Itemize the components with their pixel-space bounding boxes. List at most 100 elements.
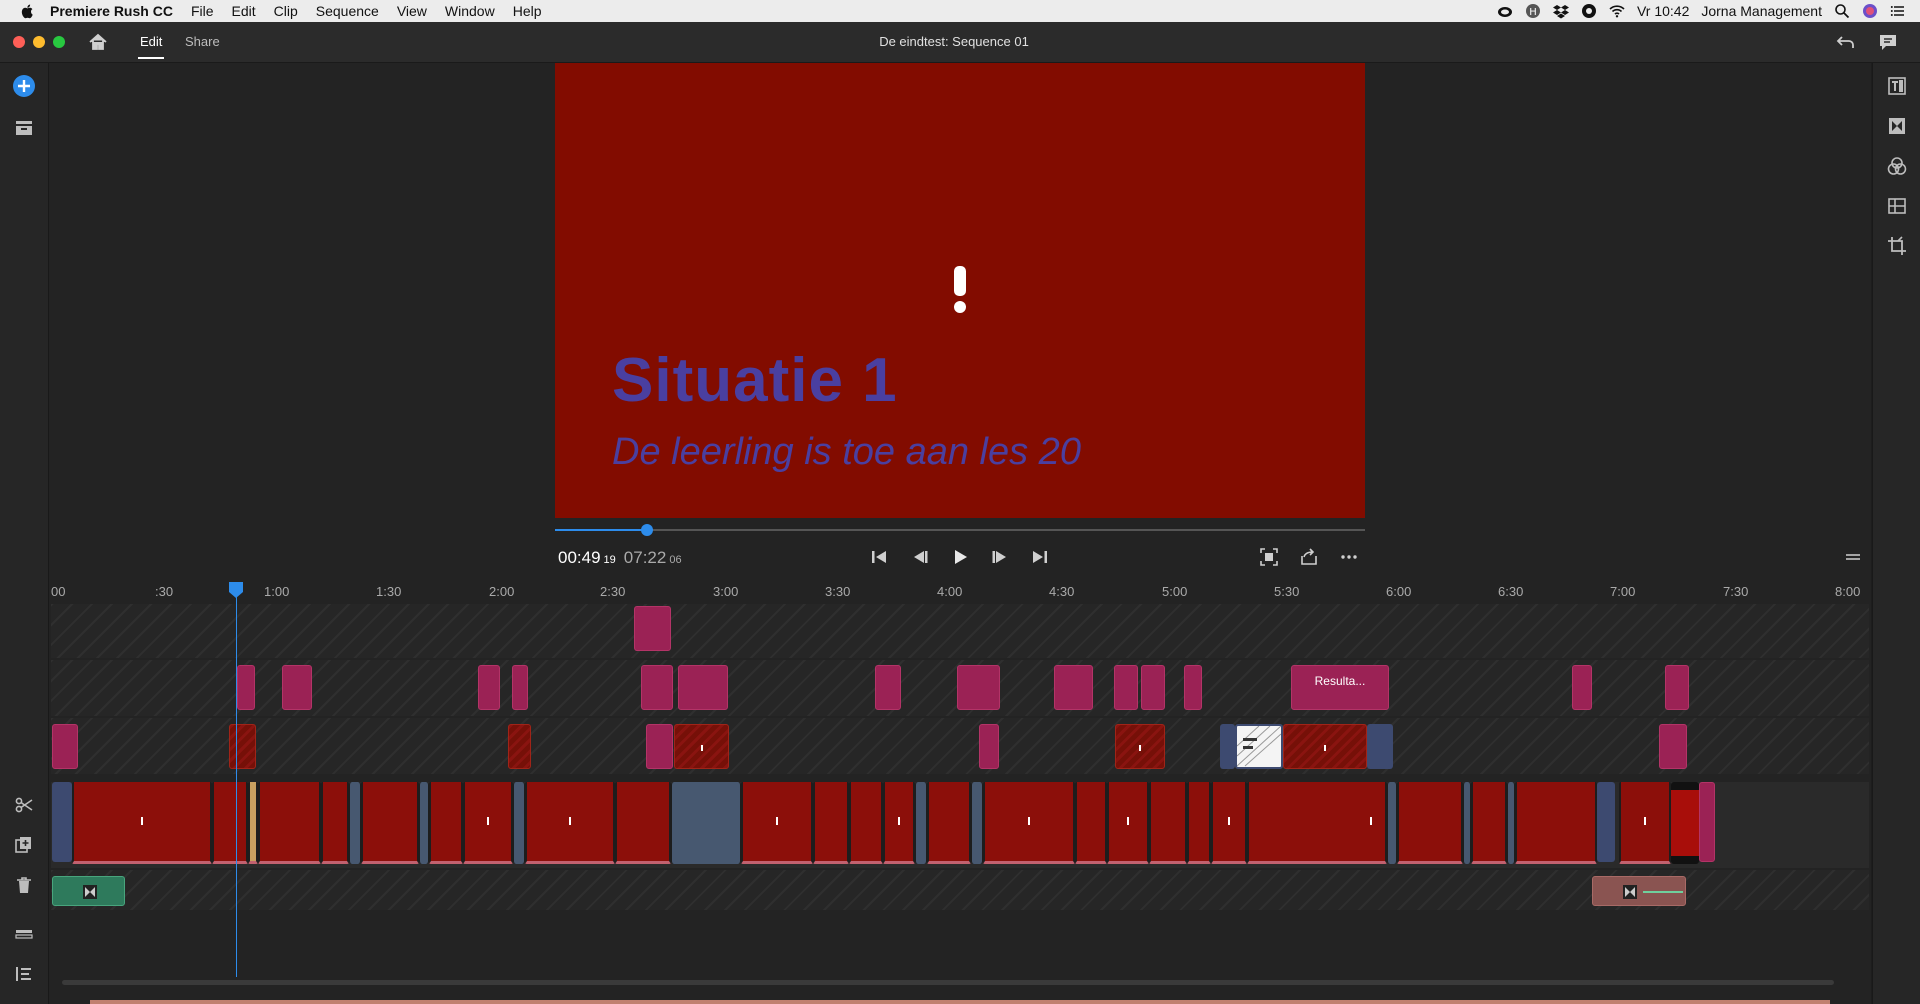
creative-cloud-icon[interactable] bbox=[1497, 3, 1513, 19]
audio-clip[interactable] bbox=[1592, 876, 1686, 906]
overlay-clip[interactable] bbox=[52, 724, 78, 769]
title-clip[interactable] bbox=[678, 665, 728, 710]
video-clip-blue[interactable] bbox=[1597, 782, 1615, 862]
title-clip[interactable] bbox=[512, 665, 528, 710]
video-clip[interactable] bbox=[813, 782, 849, 864]
dropbox-icon[interactable] bbox=[1552, 3, 1569, 19]
timeline-ruler[interactable]: 00 :30 1:00 1:30 2:00 2:30 3:00 3:30 4:0… bbox=[49, 578, 1871, 604]
scissors-icon[interactable] bbox=[14, 795, 34, 815]
title-clip[interactable] bbox=[1184, 665, 1202, 710]
transform-icon[interactable] bbox=[1887, 236, 1907, 256]
trash-icon[interactable] bbox=[14, 875, 34, 895]
audio-clip[interactable] bbox=[52, 876, 125, 906]
overlay-clip[interactable] bbox=[1659, 724, 1687, 769]
menu-clip[interactable]: Clip bbox=[274, 3, 298, 19]
video-clip-gap[interactable] bbox=[1463, 782, 1471, 864]
video-clip[interactable] bbox=[983, 782, 1075, 864]
video-clip[interactable] bbox=[1247, 782, 1387, 864]
video-clip-group[interactable] bbox=[671, 782, 741, 864]
fit-to-screen-icon[interactable] bbox=[1259, 547, 1279, 567]
video-clip-gap[interactable] bbox=[419, 782, 429, 864]
apple-icon[interactable] bbox=[20, 3, 36, 19]
feedback-icon[interactable] bbox=[1878, 33, 1898, 51]
overlay-clip[interactable] bbox=[646, 724, 673, 769]
video-clip[interactable] bbox=[1149, 782, 1187, 864]
title-clip[interactable] bbox=[282, 665, 312, 710]
menu-view[interactable]: View bbox=[397, 3, 427, 19]
overlay-clip[interactable] bbox=[1115, 724, 1165, 769]
video-clip-gap[interactable] bbox=[915, 782, 927, 864]
video-clip[interactable] bbox=[1187, 782, 1211, 864]
title-clip-results[interactable]: Resulta... bbox=[1291, 665, 1389, 710]
video-clip[interactable] bbox=[361, 782, 419, 864]
settings-badge-icon[interactable] bbox=[1581, 3, 1597, 19]
video-clip-pink[interactable] bbox=[1699, 782, 1715, 862]
overlay-clip-blue[interactable] bbox=[1367, 724, 1393, 769]
overlay-clip[interactable] bbox=[229, 724, 256, 769]
track-controls-icon[interactable] bbox=[14, 924, 34, 944]
video-clip[interactable] bbox=[615, 782, 671, 864]
video-preview[interactable]: Situatie 1 De leerling is toe aan les 20 bbox=[555, 63, 1365, 518]
video-clip[interactable] bbox=[741, 782, 813, 864]
video-clip-gap[interactable] bbox=[971, 782, 983, 864]
video-clip-gap[interactable] bbox=[1387, 782, 1397, 864]
title-clip[interactable] bbox=[957, 665, 1000, 710]
video-clip[interactable] bbox=[321, 782, 349, 864]
title-track-2[interactable]: Resulta... bbox=[51, 660, 1869, 716]
titles-icon[interactable] bbox=[1887, 76, 1907, 96]
menu-file[interactable]: File bbox=[191, 3, 214, 19]
video-clip[interactable] bbox=[525, 782, 615, 864]
title-clip[interactable] bbox=[1114, 665, 1138, 710]
step-back-icon[interactable] bbox=[910, 547, 930, 567]
title-clip[interactable] bbox=[237, 665, 255, 710]
title-clip[interactable] bbox=[1665, 665, 1689, 710]
notification-center-icon[interactable] bbox=[1890, 3, 1906, 19]
video-clip[interactable] bbox=[1397, 782, 1463, 864]
playhead-handle-icon[interactable] bbox=[229, 582, 243, 598]
tab-edit[interactable]: Edit bbox=[137, 34, 165, 59]
menubar-clock[interactable]: Vr 10:42 bbox=[1637, 3, 1689, 19]
overlay-clip[interactable] bbox=[508, 724, 531, 769]
video-clip[interactable] bbox=[1107, 782, 1149, 864]
step-forward-icon[interactable] bbox=[990, 547, 1010, 567]
video-clip-selected[interactable] bbox=[248, 782, 258, 864]
minimize-window-button[interactable] bbox=[33, 36, 45, 48]
video-clip[interactable] bbox=[212, 782, 248, 864]
video-clip[interactable] bbox=[1515, 782, 1597, 864]
video-clip-gap[interactable] bbox=[1507, 782, 1515, 864]
menu-edit[interactable]: Edit bbox=[232, 3, 256, 19]
siri-icon[interactable] bbox=[1862, 3, 1878, 19]
menubar-user[interactable]: Jorna Management bbox=[1701, 3, 1822, 19]
video-clip[interactable] bbox=[258, 782, 321, 864]
video-clip[interactable] bbox=[463, 782, 513, 864]
menu-help[interactable]: Help bbox=[513, 3, 542, 19]
image-clip-thumbnail[interactable] bbox=[1235, 724, 1283, 769]
close-window-button[interactable] bbox=[13, 36, 25, 48]
title-track-3[interactable] bbox=[51, 604, 1869, 658]
video-clip[interactable] bbox=[883, 782, 915, 864]
video-clip[interactable] bbox=[849, 782, 883, 864]
title-clip[interactable] bbox=[478, 665, 500, 710]
video-clip-gap[interactable] bbox=[513, 782, 525, 864]
more-options-icon[interactable] bbox=[1339, 547, 1359, 567]
title-clip[interactable] bbox=[1141, 665, 1165, 710]
tab-share[interactable]: Share bbox=[185, 34, 220, 49]
panel-menu-icon[interactable] bbox=[1843, 547, 1863, 567]
video-clip[interactable] bbox=[1211, 782, 1247, 864]
overlay-clip[interactable] bbox=[1283, 724, 1367, 769]
transitions-icon[interactable] bbox=[1887, 116, 1907, 136]
title-clip[interactable] bbox=[875, 665, 901, 710]
menu-window[interactable]: Window bbox=[445, 3, 495, 19]
add-media-icon[interactable] bbox=[13, 75, 35, 97]
share-export-icon[interactable] bbox=[1299, 547, 1319, 567]
overlay-clip[interactable] bbox=[979, 724, 999, 769]
play-icon[interactable] bbox=[950, 547, 970, 567]
overlay-track-1[interactable] bbox=[51, 718, 1869, 774]
title-clip[interactable] bbox=[1054, 665, 1093, 710]
helper-h-icon[interactable]: H bbox=[1525, 3, 1541, 19]
app-menu[interactable]: Premiere Rush CC bbox=[50, 3, 173, 19]
duplicate-icon[interactable] bbox=[14, 835, 34, 855]
title-clip[interactable] bbox=[641, 665, 673, 710]
speed-icon[interactable] bbox=[1887, 196, 1907, 216]
title-clip[interactable] bbox=[1572, 665, 1592, 710]
